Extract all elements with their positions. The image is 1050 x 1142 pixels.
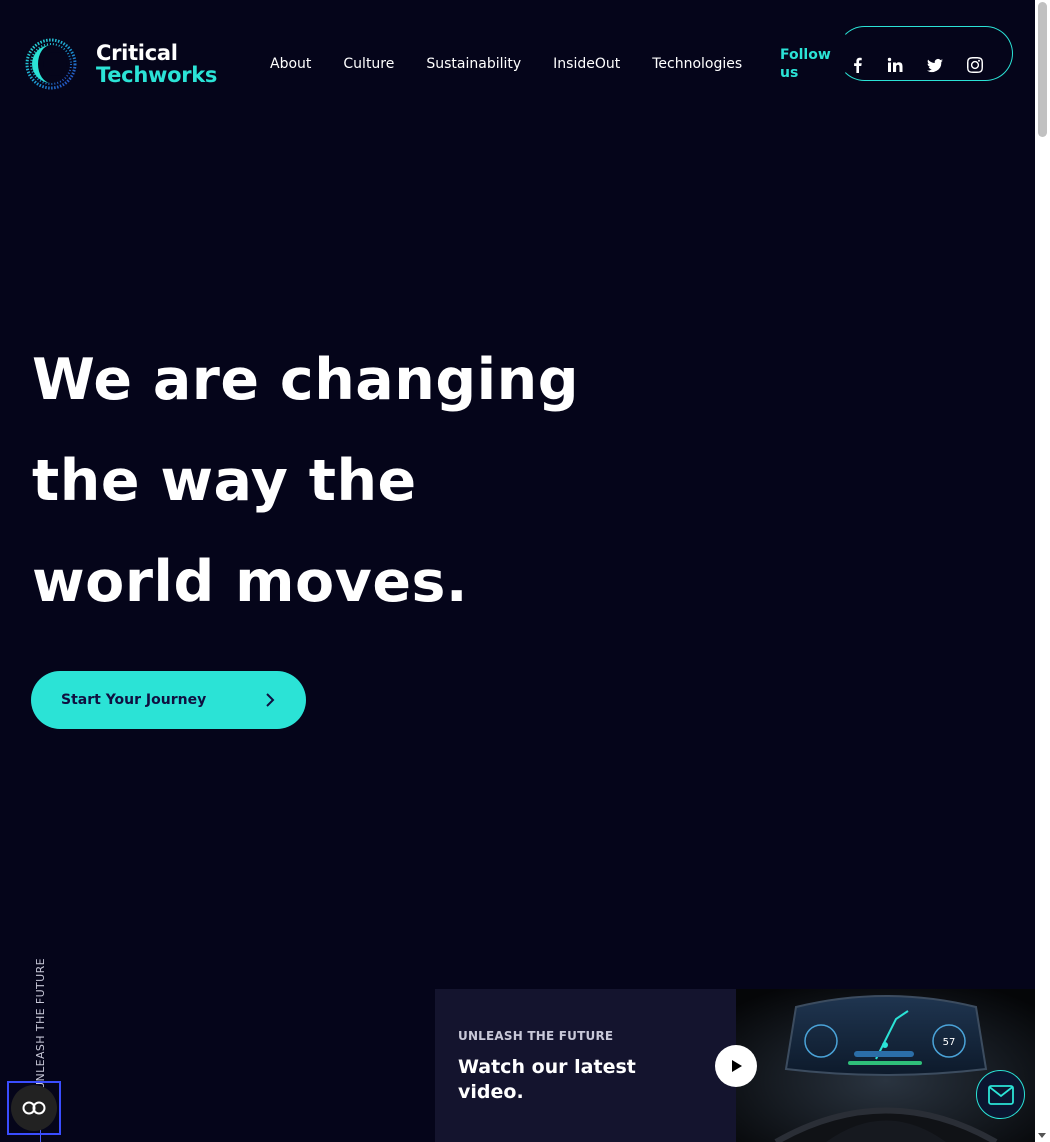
- brand-name-line2: Techworks: [96, 63, 218, 87]
- accessibility-button[interactable]: [7, 1081, 61, 1135]
- page-scrollbar[interactable]: [1035, 0, 1050, 1142]
- play-video-button[interactable]: [715, 1045, 757, 1087]
- nav-culture[interactable]: Culture: [343, 56, 394, 72]
- nav-insideout[interactable]: InsideOut: [553, 56, 620, 72]
- start-journey-label: Start Your Journey: [61, 692, 207, 708]
- video-thumbnail[interactable]: 57: [736, 989, 1035, 1142]
- hero-title-line3: world moves.: [32, 549, 469, 615]
- vertical-section-label: UNLEASH THE FUTURE: [34, 957, 47, 1090]
- scroll-down-arrow-icon[interactable]: [1038, 1133, 1046, 1138]
- hero-title-line2: the way the: [32, 448, 417, 514]
- hero-title: We are changing the way the world moves.: [32, 330, 592, 633]
- logo-text: Critical Techworks: [96, 42, 217, 86]
- hero-title-line1: We are changing: [32, 347, 580, 413]
- nav-sustainability[interactable]: Sustainability: [426, 56, 521, 72]
- twitter-icon[interactable]: [925, 55, 945, 75]
- video-kicker: UNLEASH THE FUTURE: [458, 1029, 614, 1043]
- contact-mail-button[interactable]: [976, 1070, 1025, 1119]
- linkedin-icon[interactable]: [885, 55, 905, 75]
- logo[interactable]: Critical Techworks: [20, 37, 217, 91]
- video-text: UNLEASH THE FUTURE Watch our latest vide…: [458, 1029, 658, 1105]
- play-icon: [732, 1060, 742, 1072]
- dash-speed-readout: 57: [943, 1037, 956, 1048]
- nav-technologies[interactable]: Technologies: [652, 56, 742, 72]
- facebook-icon[interactable]: [848, 55, 868, 75]
- start-journey-button[interactable]: Start Your Journey: [31, 671, 306, 729]
- scrollbar-thumb[interactable]: [1038, 2, 1047, 137]
- logo-mark-icon: [25, 38, 77, 90]
- chevron-right-icon: [266, 693, 275, 707]
- brand-name-line1: Critical: [96, 41, 178, 65]
- car-dashboard-image: 57: [736, 989, 1035, 1142]
- instagram-icon[interactable]: [965, 55, 985, 75]
- nav-about[interactable]: About: [270, 56, 311, 72]
- accessibility-icon: [11, 1085, 57, 1131]
- main-nav: About Culture Sustainability InsideOut T…: [270, 56, 774, 72]
- follow-us-label: Follow us: [780, 47, 831, 81]
- mail-icon: [987, 1084, 1014, 1105]
- video-title: Watch our latest video.: [458, 1056, 636, 1103]
